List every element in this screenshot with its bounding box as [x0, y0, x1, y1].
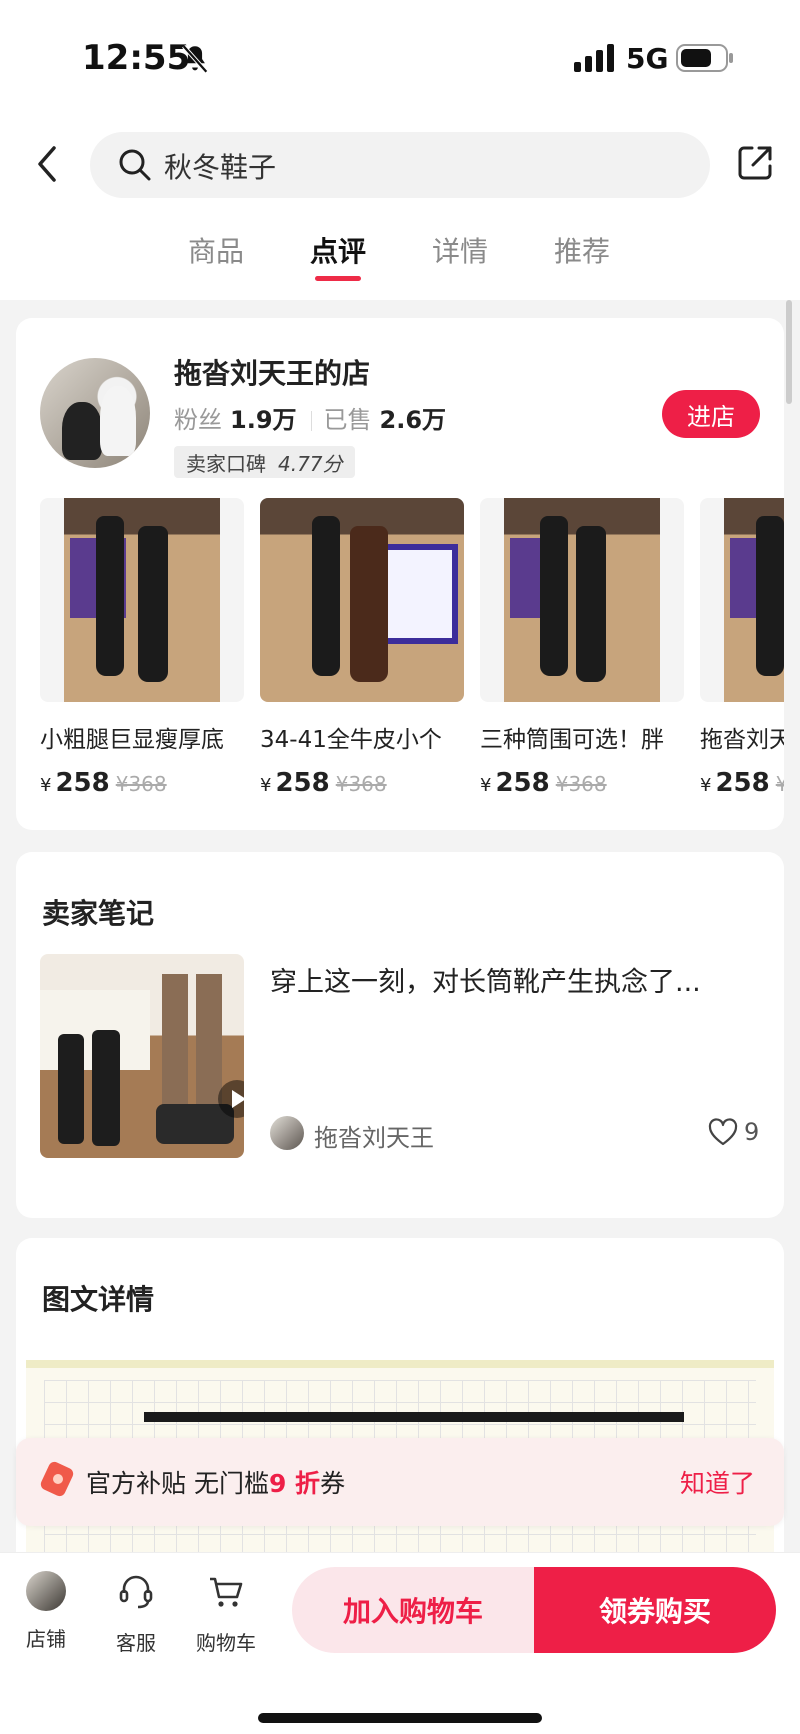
currency-symbol: ¥: [700, 775, 712, 796]
search-bar[interactable]: 秋冬鞋子: [90, 132, 710, 198]
cart-nav-button[interactable]: 购物车: [186, 1571, 266, 1656]
product-image: [40, 498, 244, 702]
author-avatar: [270, 1116, 304, 1150]
product-image: [260, 498, 464, 702]
coupon-banner: 官方补贴 无门槛9 折券 知道了: [16, 1438, 784, 1526]
tab-active-underline: [315, 276, 361, 281]
coupon-icon: [40, 1461, 74, 1497]
product-title: 拖沓刘天: [700, 727, 784, 753]
bell-off-icon: [182, 44, 208, 74]
shop-card: 拖沓刘天王的店 粉丝 1.9万 已售 2.6万 卖家口碑 4.77分 进店 小粗腿巨显…: [16, 318, 784, 830]
status-bar: 12:55 5G: [0, 0, 800, 120]
shop-avatar[interactable]: [40, 358, 150, 468]
product-title: 34-41全牛皮小个: [260, 727, 442, 753]
seller-rating-badge: 卖家口碑 4.77分: [174, 446, 355, 478]
shop-name[interactable]: 拖沓刘天王的店: [174, 352, 370, 392]
product-title: 小粗腿巨显瘦厚底: [40, 727, 224, 753]
stats-divider: [310, 411, 312, 431]
product-card[interactable]: 拖沓刘天 ¥258 ¥: [700, 498, 784, 798]
currency-symbol: ¥: [260, 775, 272, 796]
cart-icon: [210, 1577, 243, 1607]
rating-label: 卖家口碑: [186, 451, 266, 476]
shop-products: 小粗腿巨显瘦厚底 ¥258 ¥368 34-41全牛皮小个 ¥258 ¥368 三种…: [40, 498, 784, 808]
fans-value: 1.9万: [230, 406, 297, 434]
tab-details[interactable]: 详情: [415, 230, 505, 270]
signal-icon: [574, 44, 614, 72]
product-price: ¥258 ¥: [700, 768, 784, 798]
current-price: 258: [275, 768, 330, 798]
enter-shop-button[interactable]: 进店: [662, 390, 760, 438]
shop-avatar-icon: [26, 1571, 66, 1611]
search-icon: [119, 149, 151, 181]
top-bar: 秋冬鞋子 商品 点评 详情 推荐: [0, 120, 800, 300]
product-image: [700, 498, 784, 702]
share-icon[interactable]: [736, 144, 774, 182]
rating-score: 4.77分: [278, 451, 343, 476]
product-price: ¥258 ¥368: [260, 768, 464, 798]
scrollbar[interactable]: [786, 300, 792, 404]
original-price: ¥368: [115, 772, 167, 796]
search-query: 秋冬鞋子: [164, 151, 277, 184]
product-card[interactable]: 小粗腿巨显瘦厚底 ¥258 ¥368: [40, 498, 244, 798]
shop-stats: 粉丝 1.9万 已售 2.6万: [174, 400, 456, 435]
currency-symbol: ¥: [480, 775, 492, 796]
original-price: ¥368: [555, 772, 607, 796]
like-count: 9: [744, 1118, 760, 1146]
currency-symbol: ¥: [40, 775, 52, 796]
home-indicator: [258, 1713, 542, 1723]
coupon-dismiss-button[interactable]: 知道了: [680, 1464, 755, 1500]
original-price: ¥368: [335, 772, 387, 796]
notes-title: 卖家笔记: [42, 897, 155, 930]
current-price: 258: [55, 768, 110, 798]
tab-products[interactable]: 商品: [171, 230, 261, 270]
product-price: ¥258 ¥368: [40, 768, 244, 798]
fans-label: 粉丝: [174, 406, 222, 434]
headset-icon: [119, 1575, 153, 1609]
product-card[interactable]: 34-41全牛皮小个 ¥258 ¥368: [260, 498, 464, 798]
bottom-action-bar: 店铺 客服 购物车 加入购物车 领券购买: [0, 1552, 800, 1734]
add-to-cart-button[interactable]: 加入购物车: [292, 1567, 534, 1653]
shop-nav-label: 店铺: [26, 1627, 66, 1651]
coupon-text: 官方补贴 无门槛9 折券: [86, 1464, 345, 1500]
current-price: 258: [715, 768, 770, 798]
original-price: ¥: [775, 772, 784, 796]
product-image: [480, 498, 684, 702]
battery-icon: [676, 44, 733, 72]
coupon-discount: 9 折: [268, 1469, 321, 1498]
product-card[interactable]: 三种筒围可选！胖 ¥258 ¥368: [480, 498, 684, 798]
tab-reviews[interactable]: 点评: [293, 230, 383, 281]
detail-title: 图文详情: [42, 1283, 155, 1316]
heart-icon[interactable]: [708, 1118, 738, 1146]
product-title: 三种筒围可选！胖: [480, 727, 664, 753]
customer-service-button[interactable]: 客服: [96, 1571, 176, 1656]
product-price: ¥258 ¥368: [480, 768, 684, 798]
seller-notes-card: 卖家笔记 穿上这一刻，对长筒靴产生执念了... 拖沓刘天王 9: [16, 852, 784, 1218]
author-name: 拖沓刘天王: [314, 1124, 434, 1152]
sold-value: 2.6万: [379, 406, 447, 434]
back-arrow-icon[interactable]: [30, 142, 64, 186]
tab-recommend[interactable]: 推荐: [537, 230, 627, 270]
tab-bar: 商品 点评 详情 推荐: [0, 230, 800, 290]
buy-with-coupon-button[interactable]: 领券购买: [534, 1567, 776, 1653]
cart-nav-label: 购物车: [196, 1631, 256, 1655]
coupon-suffix: 券: [320, 1469, 346, 1498]
note-video-thumbnail[interactable]: [40, 954, 244, 1158]
customer-service-label: 客服: [116, 1631, 156, 1655]
note-text[interactable]: 穿上这一刻，对长筒靴产生执念了...: [270, 960, 701, 999]
coupon-prefix: 官方补贴 无门槛: [86, 1469, 269, 1498]
current-price: 258: [495, 768, 550, 798]
status-time: 12:55: [82, 38, 191, 78]
tab-reviews-label: 点评: [309, 235, 366, 268]
shop-nav-button[interactable]: 店铺: [6, 1571, 86, 1652]
sold-label: 已售: [323, 406, 372, 434]
network-type: 5G: [626, 42, 669, 75]
